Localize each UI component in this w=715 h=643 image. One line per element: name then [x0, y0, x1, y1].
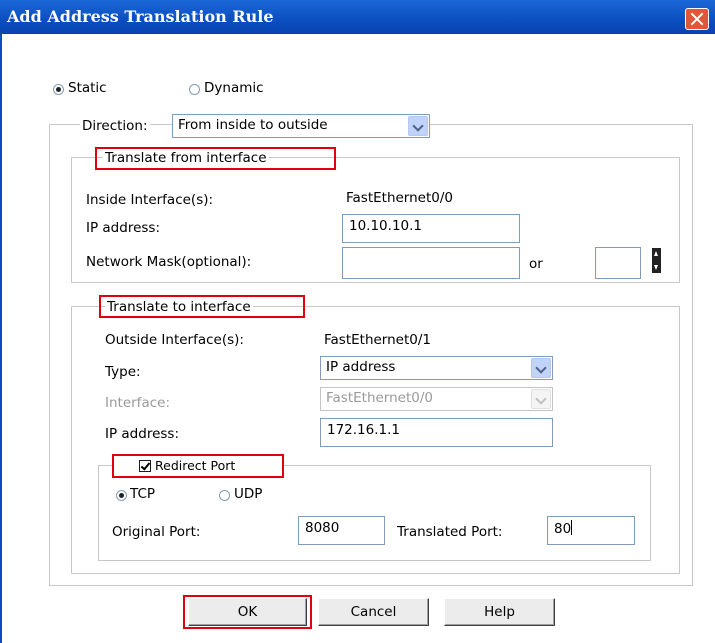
inside-interface-label: Inside Interface(s): — [86, 192, 214, 208]
chevron-down-icon — [531, 389, 551, 409]
interface-select: FastEthernet0/0 — [320, 387, 553, 411]
interface-label: Interface: — [105, 395, 170, 411]
mask-bits-spinner-icon[interactable] — [652, 248, 661, 273]
chevron-down-icon[interactable] — [531, 358, 551, 378]
cancel-button[interactable]: Cancel — [318, 598, 429, 626]
direction-select[interactable]: From inside to outside — [172, 114, 430, 138]
translated-port-value: 80 — [554, 521, 572, 537]
translate-from-highlight — [95, 147, 336, 170]
translate-to-highlight — [99, 295, 305, 318]
dialog-body: Static Dynamic Direction: From inside to… — [0, 34, 715, 643]
close-icon[interactable] — [685, 8, 709, 30]
from-ip-label: IP address: — [86, 220, 160, 236]
dynamic-radio[interactable] — [189, 84, 200, 95]
direction-value: From inside to outside — [178, 117, 328, 133]
redirect-port-checkbox[interactable] — [139, 460, 151, 472]
mask-bits-input[interactable] — [595, 247, 641, 279]
text-cursor — [571, 520, 573, 535]
static-radio[interactable] — [53, 84, 64, 95]
interface-value: FastEthernet0/0 — [326, 390, 434, 406]
to-ip-label: IP address: — [105, 426, 179, 442]
network-mask-input[interactable] — [342, 247, 520, 279]
from-ip-input[interactable]: 10.10.10.1 — [342, 214, 520, 243]
type-value: IP address — [326, 359, 396, 375]
outside-interface-label: Outside Interface(s): — [105, 332, 244, 348]
redirect-port-group — [98, 465, 651, 561]
network-mask-label: Network Mask(optional): — [86, 254, 252, 270]
inside-interface-value: FastEthernet0/0 — [346, 190, 454, 206]
redirect-port-label: Redirect Port — [155, 458, 236, 473]
title-bar: Add Address Translation Rule — [0, 0, 715, 34]
checkmark-icon — [140, 460, 151, 471]
type-label: Type: — [105, 364, 141, 380]
help-button[interactable]: Help — [444, 598, 555, 626]
ok-button[interactable]: OK — [188, 598, 307, 626]
tcp-label: TCP — [130, 486, 156, 502]
outside-interface-value: FastEthernet0/1 — [324, 332, 432, 348]
original-port-input[interactable]: 8080 — [298, 516, 385, 545]
type-select[interactable]: IP address — [320, 356, 553, 380]
dynamic-label: Dynamic — [204, 80, 264, 96]
static-label: Static — [68, 80, 107, 96]
to-ip-input[interactable]: 172.16.1.1 — [320, 418, 553, 447]
direction-label: Direction: — [80, 118, 150, 134]
dialog-title: Add Address Translation Rule — [7, 7, 274, 26]
original-port-label: Original Port: — [112, 524, 201, 540]
translated-port-label: Translated Port: — [397, 524, 503, 540]
chevron-down-icon[interactable] — [408, 116, 428, 136]
tcp-radio[interactable] — [116, 490, 127, 501]
or-label: or — [529, 256, 543, 272]
translated-port-input[interactable]: 80 — [547, 516, 635, 545]
udp-radio[interactable] — [219, 490, 230, 501]
udp-label: UDP — [234, 486, 263, 502]
